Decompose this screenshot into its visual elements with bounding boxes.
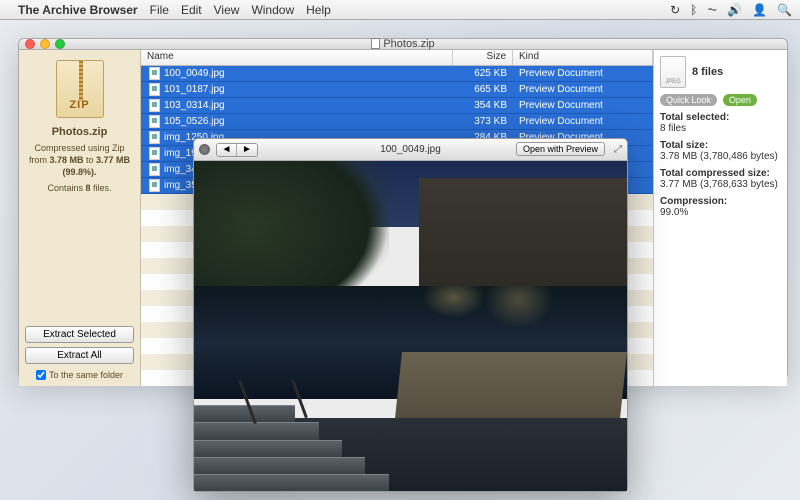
- extract-all-button[interactable]: Extract All: [25, 347, 134, 364]
- file-icon: [149, 163, 160, 176]
- quicklook-close-button[interactable]: [199, 144, 210, 155]
- col-name[interactable]: Name: [141, 50, 453, 65]
- compression-label: Compression:: [660, 196, 781, 207]
- total-compressed-value: 3.77 MB (3,768,633 bytes): [660, 179, 778, 190]
- document-proxy-icon[interactable]: [371, 38, 380, 49]
- menu-view[interactable]: View: [214, 3, 240, 17]
- filetype-icon: [660, 56, 686, 88]
- file-name: 105_0526.jpg: [164, 116, 453, 127]
- table-row[interactable]: 105_0526.jpg373 KBPreview Document: [141, 114, 653, 130]
- quicklook-fullscreen-button[interactable]: ⤢: [614, 144, 622, 155]
- app-name-menu[interactable]: The Archive Browser: [18, 3, 138, 17]
- total-selected-value: 8 files: [660, 123, 686, 134]
- system-menubar: The Archive Browser File Edit View Windo…: [0, 0, 800, 20]
- file-kind: Preview Document: [513, 68, 653, 79]
- table-row[interactable]: 101_0187.jpg665 KBPreview Document: [141, 82, 653, 98]
- file-kind: Preview Document: [513, 84, 653, 95]
- open-with-preview-button[interactable]: Open with Preview: [516, 142, 605, 156]
- archive-name: Photos.zip: [52, 126, 108, 138]
- file-name: 103_0314.jpg: [164, 100, 453, 111]
- selection-file-count: 8 files: [692, 66, 723, 78]
- spotlight-icon[interactable]: 🔍: [777, 3, 792, 17]
- quicklook-nav: ◄ ►: [216, 143, 258, 157]
- col-kind[interactable]: Kind: [513, 50, 653, 65]
- file-size: 373 KB: [453, 116, 513, 127]
- user-icon[interactable]: 👤: [752, 3, 767, 17]
- quicklook-next-button[interactable]: ►: [237, 144, 257, 156]
- file-kind: Preview Document: [513, 116, 653, 127]
- contains-caption: Contains 8 files.: [41, 182, 117, 194]
- file-size: 354 KB: [453, 100, 513, 111]
- total-size-value: 3.78 MB (3,780,486 bytes): [660, 151, 778, 162]
- open-button[interactable]: Open: [723, 94, 757, 106]
- compression-caption: Compressed using Zip from 3.78 MB to 3.7…: [23, 142, 136, 178]
- menu-file[interactable]: File: [150, 3, 169, 17]
- column-headers: Name Size Kind: [141, 50, 653, 66]
- bluetooth-icon[interactable]: ᛒ: [690, 3, 697, 17]
- close-button[interactable]: [25, 39, 35, 49]
- file-name: 101_0187.jpg: [164, 84, 453, 95]
- minimize-button[interactable]: [40, 39, 50, 49]
- menu-edit[interactable]: Edit: [181, 3, 202, 17]
- titlebar[interactable]: Photos.zip: [19, 39, 787, 50]
- file-kind: Preview Document: [513, 100, 653, 111]
- file-icon: [149, 131, 160, 144]
- table-row[interactable]: 103_0314.jpg354 KBPreview Document: [141, 98, 653, 114]
- timemachine-icon[interactable]: ↻: [670, 3, 680, 17]
- quicklook-titlebar[interactable]: ◄ ► 100_0049.jpg Open with Preview ⤢: [194, 139, 627, 161]
- total-size-label: Total size:: [660, 140, 781, 151]
- same-folder-input[interactable]: [36, 370, 46, 380]
- menu-window[interactable]: Window: [251, 3, 294, 17]
- quicklook-window: ◄ ► 100_0049.jpg Open with Preview ⤢: [193, 138, 628, 492]
- col-size[interactable]: Size: [453, 50, 513, 65]
- quicklook-prev-button[interactable]: ◄: [217, 144, 237, 156]
- menu-help[interactable]: Help: [306, 3, 331, 17]
- file-icon: [149, 83, 160, 96]
- total-compressed-label: Total compressed size:: [660, 168, 781, 179]
- left-sidebar: ZIP Photos.zip Compressed using Zip from…: [19, 50, 141, 386]
- extract-selected-button[interactable]: Extract Selected: [25, 326, 134, 343]
- total-selected-label: Total selected:: [660, 112, 781, 123]
- right-sidebar: 8 files Quick Look Open Total selected:8…: [653, 50, 787, 386]
- archive-icon: ZIP: [56, 60, 104, 118]
- file-icon: [149, 67, 160, 80]
- same-folder-checkbox[interactable]: To the same folder: [30, 370, 129, 386]
- zoom-button[interactable]: [55, 39, 65, 49]
- file-icon: [149, 147, 160, 160]
- quicklook-image: [194, 161, 627, 491]
- file-icon: [149, 99, 160, 112]
- volume-icon[interactable]: 🔊: [727, 3, 742, 17]
- window-title: Photos.zip: [19, 38, 787, 50]
- file-size: 625 KB: [453, 68, 513, 79]
- compression-value: 99.0%: [660, 207, 688, 218]
- file-size: 665 KB: [453, 84, 513, 95]
- file-name: 100_0049.jpg: [164, 68, 453, 79]
- quicklook-button[interactable]: Quick Look: [660, 94, 717, 106]
- wifi-icon[interactable]: ⏦: [707, 2, 717, 17]
- table-row[interactable]: 100_0049.jpg625 KBPreview Document: [141, 66, 653, 82]
- file-icon: [149, 115, 160, 128]
- file-icon: [149, 179, 160, 192]
